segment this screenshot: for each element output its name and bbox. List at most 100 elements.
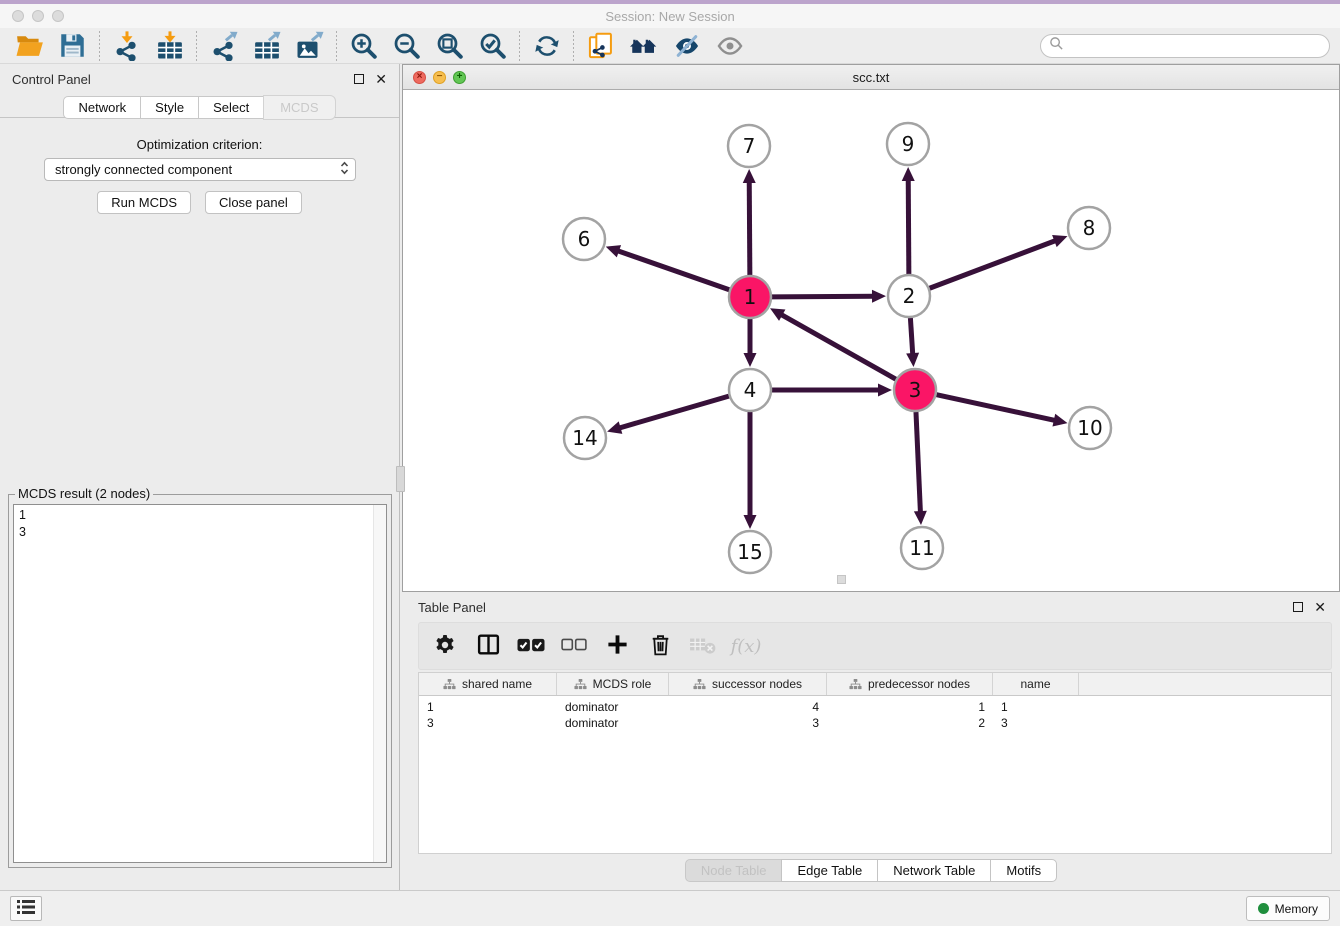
float-table-panel-icon[interactable] bbox=[1293, 602, 1303, 612]
table-cell[interactable]: 3 bbox=[669, 715, 827, 731]
zoom-fit-button[interactable] bbox=[428, 29, 471, 63]
select-all-button[interactable] bbox=[513, 628, 549, 664]
graph-node-1[interactable]: 1 bbox=[729, 276, 771, 318]
tab-mcds[interactable]: MCDS bbox=[263, 95, 335, 120]
edge-2-3[interactable] bbox=[906, 318, 919, 367]
zoom-selected-button[interactable] bbox=[471, 29, 514, 63]
open-session-button[interactable] bbox=[8, 29, 51, 63]
import-table-button[interactable] bbox=[148, 29, 191, 63]
first-neighbors-button[interactable] bbox=[622, 29, 665, 63]
edge-4-15[interactable] bbox=[744, 412, 757, 529]
graph-node-4[interactable]: 4 bbox=[729, 369, 771, 411]
close-panel-button[interactable]: Close panel bbox=[205, 191, 302, 214]
graph-node-2[interactable]: 2 bbox=[888, 275, 930, 317]
export-image-button[interactable] bbox=[288, 29, 331, 63]
graph-node-10[interactable]: 10 bbox=[1069, 407, 1111, 449]
mcds-result-area[interactable]: 1 3 bbox=[13, 504, 387, 863]
maximize-network-button[interactable]: + bbox=[453, 71, 466, 84]
memory-button[interactable]: Memory bbox=[1246, 896, 1330, 921]
minimize-window-button[interactable] bbox=[32, 10, 44, 22]
zoom-in-button[interactable] bbox=[342, 29, 385, 63]
graph-node-7[interactable]: 7 bbox=[728, 125, 770, 167]
table-cell[interactable]: dominator bbox=[557, 699, 669, 715]
minimize-network-button[interactable]: − bbox=[433, 71, 446, 84]
network-window-titlebar[interactable]: × − + scc.txt bbox=[403, 65, 1339, 90]
edge-4-3[interactable] bbox=[772, 384, 892, 397]
optimization-criterion-select[interactable]: strongly connected component bbox=[44, 158, 356, 181]
tab-network[interactable]: Network bbox=[63, 96, 141, 119]
tab-style[interactable]: Style bbox=[140, 96, 199, 119]
panel-splitter-handle[interactable] bbox=[396, 466, 405, 492]
table-cell[interactable]: 4 bbox=[669, 699, 827, 715]
graph-node-6[interactable]: 6 bbox=[563, 218, 605, 260]
column-header-MCDS-role[interactable]: MCDS role bbox=[557, 673, 669, 695]
edge-1-6[interactable] bbox=[606, 245, 730, 290]
table-cell[interactable]: 3 bbox=[993, 715, 1079, 731]
graph-node-9[interactable]: 9 bbox=[887, 123, 929, 165]
close-window-button[interactable] bbox=[12, 10, 24, 22]
canvas-scroll-grip[interactable] bbox=[837, 575, 846, 584]
add-row-button[interactable] bbox=[599, 628, 635, 664]
run-mcds-button[interactable]: Run MCDS bbox=[97, 191, 191, 214]
edge-1-7[interactable] bbox=[743, 169, 756, 275]
search-box[interactable] bbox=[1040, 34, 1330, 58]
table-row[interactable]: 1dominator411 bbox=[419, 699, 1331, 715]
table-cell[interactable]: 1 bbox=[827, 699, 993, 715]
maximize-window-button[interactable] bbox=[52, 10, 64, 22]
delete-row-button[interactable] bbox=[642, 628, 678, 664]
column-header-predecessor-nodes[interactable]: predecessor nodes bbox=[827, 673, 993, 695]
column-header-successor-nodes[interactable]: successor nodes bbox=[669, 673, 827, 695]
edge-2-8[interactable] bbox=[930, 235, 1068, 288]
save-session-button[interactable] bbox=[51, 29, 94, 63]
tab-network-table[interactable]: Network Table bbox=[877, 859, 991, 882]
gear-button[interactable] bbox=[427, 628, 463, 664]
column-view-button[interactable] bbox=[470, 628, 506, 664]
result-scrollbar[interactable] bbox=[373, 505, 386, 862]
edge-3-1[interactable] bbox=[770, 308, 896, 379]
table-row[interactable]: 3dominator323 bbox=[419, 715, 1331, 731]
refresh-view-button[interactable] bbox=[525, 29, 568, 63]
table-cell[interactable]: 1 bbox=[993, 699, 1079, 715]
graph-node-3[interactable]: 3 bbox=[894, 369, 936, 411]
export-table-button[interactable] bbox=[245, 29, 288, 63]
export-network-button[interactable] bbox=[202, 29, 245, 63]
edge-4-14[interactable] bbox=[607, 396, 729, 434]
close-panel-icon[interactable]: ✕ bbox=[375, 72, 387, 86]
edge-3-10[interactable] bbox=[936, 395, 1067, 427]
edge-2-9[interactable] bbox=[902, 167, 915, 274]
save-session-icon bbox=[59, 32, 86, 59]
zoom-out-button[interactable] bbox=[385, 29, 428, 63]
table-cell[interactable]: 1 bbox=[419, 699, 557, 715]
tab-select[interactable]: Select bbox=[198, 96, 264, 119]
tab-motifs[interactable]: Motifs bbox=[990, 859, 1057, 882]
graph-node-8[interactable]: 8 bbox=[1068, 207, 1110, 249]
import-network-button[interactable] bbox=[105, 29, 148, 63]
clone-network-button[interactable] bbox=[579, 29, 622, 63]
graph-node-11[interactable]: 11 bbox=[901, 527, 943, 569]
network-graph[interactable]: 7 9 6 8 1 2 4 3 14 10 15 11 bbox=[403, 90, 1339, 591]
search-input[interactable] bbox=[1068, 39, 1321, 53]
tab-node-table[interactable]: Node Table bbox=[685, 859, 783, 882]
column-header-name[interactable]: name bbox=[993, 673, 1079, 695]
edge-3-11[interactable] bbox=[914, 412, 927, 525]
deselect-all-button[interactable] bbox=[556, 628, 592, 664]
toolbar-separator bbox=[573, 31, 574, 61]
hierarchy-icon bbox=[849, 679, 862, 690]
column-header-shared-name[interactable]: shared name bbox=[419, 673, 557, 695]
float-panel-icon[interactable] bbox=[354, 74, 364, 84]
close-table-panel-icon[interactable]: ✕ bbox=[1314, 600, 1326, 614]
show-graphics-button[interactable] bbox=[708, 29, 751, 63]
table-cell[interactable]: dominator bbox=[557, 715, 669, 731]
graph-node-14[interactable]: 14 bbox=[564, 417, 606, 459]
hide-graphics-button[interactable] bbox=[665, 29, 708, 63]
close-network-button[interactable]: × bbox=[413, 71, 426, 84]
graph-node-15[interactable]: 15 bbox=[729, 531, 771, 573]
network-canvas[interactable]: 7 9 6 8 1 2 4 3 14 10 15 11 bbox=[403, 90, 1339, 591]
table-cell[interactable]: 2 bbox=[827, 715, 993, 731]
table-cell[interactable]: 3 bbox=[419, 715, 557, 731]
edge-1-4[interactable] bbox=[744, 319, 757, 367]
tab-edge-table[interactable]: Edge Table bbox=[781, 859, 878, 882]
hierarchy-icon bbox=[443, 679, 456, 690]
edge-1-2[interactable] bbox=[772, 290, 886, 303]
task-history-button[interactable] bbox=[10, 896, 42, 921]
